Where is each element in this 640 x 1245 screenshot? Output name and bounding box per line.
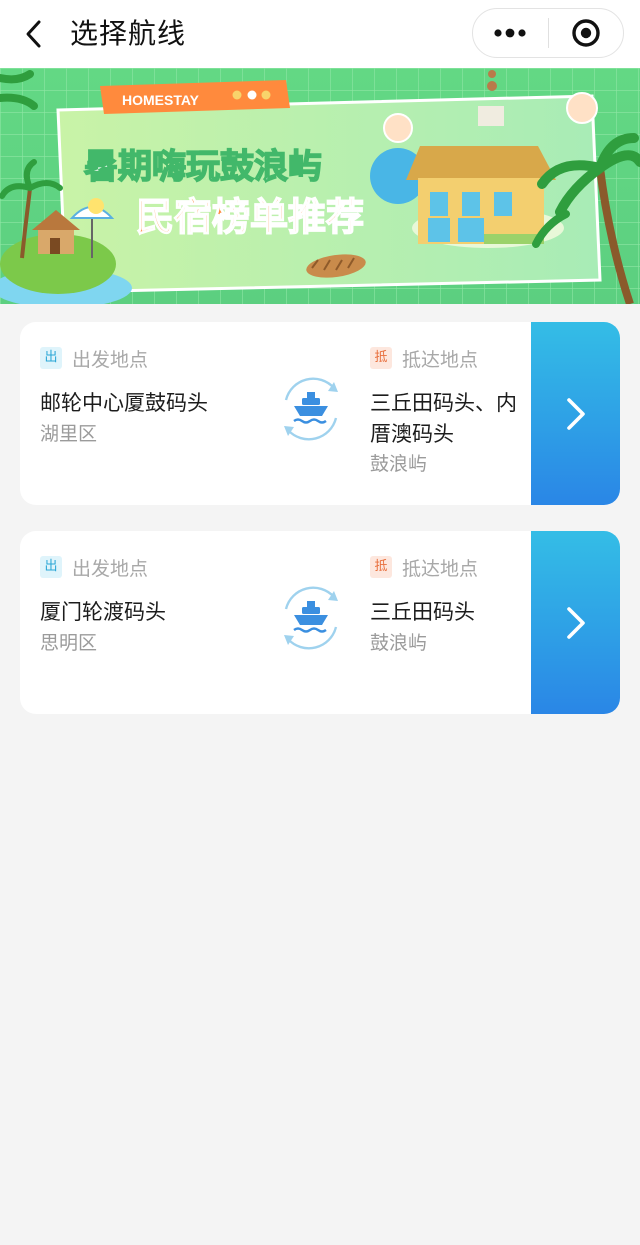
chevron-right-icon: [566, 397, 585, 430]
select-route-button[interactable]: [531, 531, 620, 714]
more-dots-icon: [494, 28, 526, 38]
departure-tag: 出: [40, 347, 62, 369]
target-circle-icon: [572, 19, 600, 47]
page-title: 选择航线: [70, 17, 187, 50]
arrival-district: 鼓浪屿: [370, 632, 428, 654]
more-button[interactable]: [473, 9, 548, 57]
ship-icon: [284, 377, 338, 441]
departure-district: 思明区: [40, 632, 98, 654]
departure-label: 出发地点: [72, 557, 149, 580]
route-card[interactable]: 出 出发地点 厦门轮渡码头 思明区 抵 抵达地点 三丘田码头 鼓浪屿: [20, 531, 620, 714]
ship-icon: [284, 586, 338, 650]
chevron-right-icon: [566, 606, 585, 639]
departure-port-name: 厦门轮渡码头: [40, 600, 166, 624]
arrival-label-row: 抵 抵达地点: [370, 344, 478, 372]
navigation-bar: 选择航线: [0, 0, 640, 68]
departure-label-row: 出 出发地点: [40, 553, 148, 581]
mini-program-capsule: [472, 8, 624, 58]
departure-port-name: 邮轮中心厦鼓码头: [40, 391, 208, 415]
arrival-tag: 抵: [370, 347, 392, 369]
arrival-port-name: 三丘田码头、内厝澳码头: [370, 391, 517, 446]
departure-label: 出发地点: [72, 348, 149, 371]
banner-title-line-1: 暑期嗨玩鼓浪屿: [84, 147, 322, 187]
route-card[interactable]: 出 出发地点 邮轮中心厦鼓码头 湖里区 抵 抵达地点 三丘田码头、内厝澳码头 鼓…: [20, 322, 620, 505]
select-route-button[interactable]: [531, 322, 620, 505]
departure-district: 湖里区: [40, 423, 98, 445]
arrival-label: 抵达地点: [402, 557, 479, 580]
arrival-district: 鼓浪屿: [370, 453, 428, 475]
homestay-promo-banner[interactable]: HOMESTAY 暑期嗨玩鼓浪屿 民宿榜单推荐: [0, 68, 640, 304]
departure-label-row: 出 出发地点: [40, 344, 148, 372]
homestay-badge-text: HOMESTAY: [122, 92, 200, 108]
arrival-label: 抵达地点: [402, 348, 479, 371]
arrival-port-name: 三丘田码头: [370, 600, 475, 624]
homestay-badge: HOMESTAY: [100, 80, 290, 114]
back-button[interactable]: [14, 12, 54, 56]
arrival-tag: 抵: [370, 556, 392, 578]
close-button[interactable]: [549, 9, 624, 57]
chevron-left-icon: [26, 20, 41, 48]
arrival-label-row: 抵 抵达地点: [370, 553, 478, 581]
departure-tag: 出: [40, 556, 62, 578]
banner-title-line-2: 民宿榜单推荐: [136, 195, 364, 239]
